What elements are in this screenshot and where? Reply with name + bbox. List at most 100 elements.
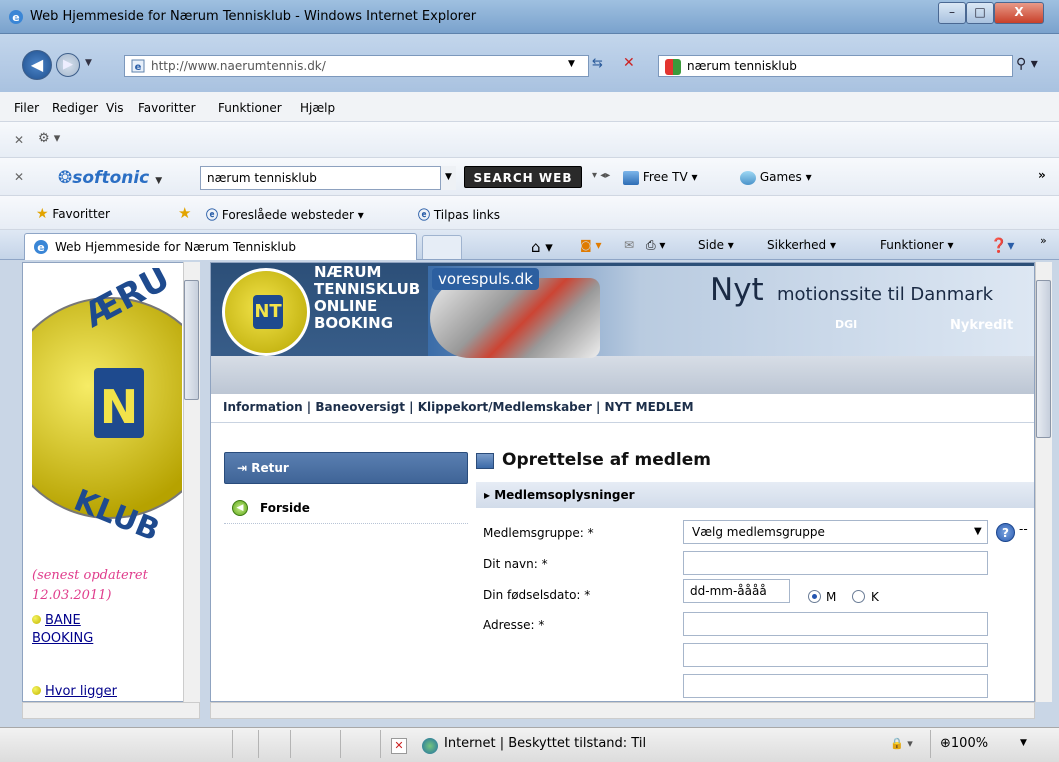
home-icon[interactable]: ⌂ ▾ xyxy=(531,238,553,256)
address-dropdown-icon[interactable]: ▼ xyxy=(568,59,575,69)
favorites-bar xyxy=(0,196,1059,230)
gender-k-radio[interactable] xyxy=(852,590,865,603)
form-title: Oprettelse af medlem xyxy=(502,450,711,470)
close-button[interactable]: X xyxy=(994,2,1044,24)
new-tab-button[interactable] xyxy=(422,235,462,259)
forside-link[interactable]: ◀ Forside xyxy=(224,494,468,524)
forward-button[interactable]: ▶ xyxy=(56,53,80,77)
games-button[interactable]: Games ▾ xyxy=(740,170,812,185)
bullet-icon xyxy=(32,615,41,624)
add-favorite-icon[interactable]: ★ xyxy=(178,204,191,222)
svg-text:e: e xyxy=(37,241,44,254)
name-input[interactable] xyxy=(683,551,988,575)
dob-input[interactable]: dd-mm-åååå xyxy=(683,579,790,603)
triangle-right-icon: ▸ xyxy=(484,488,491,502)
toolbar-empty xyxy=(0,122,1059,158)
ie-icon: e xyxy=(34,240,48,254)
refresh-icon[interactable]: ⇆ xyxy=(592,56,603,71)
maximize-button[interactable]: □ xyxy=(966,2,994,24)
tools-menu[interactable]: Funktioner ▾ xyxy=(880,238,954,252)
ad-sponsor-dgi: DGI xyxy=(835,318,858,331)
zoom-level[interactable]: ⊕100% xyxy=(940,736,988,751)
member-group-select[interactable]: Vælg medlemsgruppe ▼ xyxy=(683,520,988,544)
live-search-icon xyxy=(665,59,681,75)
security-zone-text[interactable]: Internet | Beskyttet tilstand: Til xyxy=(444,736,646,751)
close-toolbar-icon[interactable]: ✕ xyxy=(14,133,24,147)
svg-text:e: e xyxy=(135,62,142,73)
page-menu[interactable]: Side ▾ xyxy=(698,238,734,252)
svg-text:e: e xyxy=(12,11,19,24)
svg-text:N: N xyxy=(100,380,139,434)
addon-icon[interactable]: ⚙ ▾ xyxy=(38,131,60,146)
menu-view[interactable]: Vis xyxy=(106,101,124,115)
back-button[interactable]: ◀ xyxy=(22,50,52,80)
back-arrow-icon: ◀ xyxy=(232,500,248,516)
search-field[interactable]: nærum tennisklub xyxy=(658,55,1013,77)
mail-icon[interactable]: ✉ xyxy=(624,238,634,252)
minimize-button[interactable]: – xyxy=(938,2,966,24)
options-dropdown-icon[interactable]: ▾ ◂▸ xyxy=(592,170,610,181)
section-header[interactable]: ▸ Medlemsoplysninger xyxy=(476,482,1034,508)
main-horizontal-scrollbar[interactable] xyxy=(210,702,1035,719)
softonic-logo[interactable]: ❂softonic ▼ xyxy=(58,168,162,188)
menu-help[interactable]: Hjælp xyxy=(300,101,335,115)
retur-button[interactable]: ⇥ Retur xyxy=(224,452,468,484)
search-icon[interactable]: ⚲ ▾ xyxy=(1016,56,1038,72)
address-input-3[interactable] xyxy=(683,674,988,698)
search-web-button[interactable]: SEARCH WEB xyxy=(464,166,582,188)
chevron-more-icon[interactable]: » xyxy=(1040,234,1047,247)
protected-mode-icon[interactable]: 🔒 ▾ xyxy=(890,737,913,750)
chevron-more-icon[interactable]: » xyxy=(1038,168,1046,182)
recent-pages-dropdown-icon[interactable]: ▼ xyxy=(85,58,92,68)
print-icon[interactable]: ⎙ ▾ xyxy=(646,238,665,253)
menu-edit[interactable]: Rediger xyxy=(52,101,98,115)
ie-small-icon: ⓔ xyxy=(418,208,431,222)
close-toolbar-icon[interactable]: ✕ xyxy=(14,170,24,184)
blocked-icon[interactable]: ✕ xyxy=(391,738,407,754)
main-scrollbar-thumb[interactable] xyxy=(1036,280,1051,438)
softonic-search-dropdown[interactable]: ▼ xyxy=(440,166,456,190)
help-menu-icon[interactable]: ❓▾ xyxy=(990,238,1014,254)
menu-favorites[interactable]: Favoritter xyxy=(138,101,196,115)
menu-tools[interactable]: Funktioner xyxy=(218,101,282,115)
label-group: Medlemsgruppe: * xyxy=(483,526,594,540)
nt-logo[interactable]: NT xyxy=(222,268,310,356)
hvor-ligger-link[interactable]: Hvor ligger xyxy=(32,684,117,699)
help-icon[interactable]: ? xyxy=(996,523,1015,542)
rss-icon[interactable]: ◙ ▾ xyxy=(580,238,601,252)
gender-k-label: K xyxy=(871,590,879,604)
window-title: Web Hjemmeside for Nærum Tennisklub - Wi… xyxy=(30,9,477,24)
custom-links-link[interactable]: ⓔ Tilpas links xyxy=(418,206,500,223)
bane-booking-link[interactable]: BANE BOOKING xyxy=(32,612,93,648)
label-dob: Din fødselsdato: * xyxy=(483,588,591,602)
globe-icon xyxy=(422,738,438,754)
site-nav-links[interactable]: Information | Baneoversigt | Klippekort/… xyxy=(223,400,694,414)
gender-m-radio[interactable] xyxy=(808,590,821,603)
security-menu[interactable]: Sikkerhed ▾ xyxy=(767,238,836,252)
tab-title: Web Hjemmeside for Nærum Tennisklub xyxy=(55,240,296,254)
left-horizontal-scrollbar[interactable] xyxy=(22,702,200,719)
suggested-sites-link[interactable]: ⓔ Foreslåede websteder ▾ xyxy=(206,206,364,223)
address-url: http://www.naerumtennis.dk/ xyxy=(151,59,326,73)
menu-file[interactable]: Filer xyxy=(14,101,39,115)
left-scrollbar-thumb[interactable] xyxy=(184,280,199,400)
softonic-search-input[interactable]: nærum tennisklub xyxy=(200,166,456,190)
help-dash: -- xyxy=(1019,522,1028,536)
games-icon xyxy=(740,170,756,185)
gender-m-label: M xyxy=(826,590,837,604)
page-icon: e xyxy=(131,59,145,73)
address-field[interactable]: e http://www.naerumtennis.dk/ xyxy=(124,55,589,77)
nt-logo-text: NT xyxy=(253,295,283,329)
favorites-button[interactable]: ★ Favoritter xyxy=(36,206,110,222)
address-input-2[interactable] xyxy=(683,643,988,667)
stop-icon[interactable]: ✕ xyxy=(623,55,635,71)
free-tv-button[interactable]: Free TV ▾ xyxy=(623,170,698,185)
ie-small-icon: ⓔ xyxy=(206,208,219,222)
ad-headline-rest: motionssite til Danmark xyxy=(777,284,994,305)
banner-title: NÆRUM TENNISKLUB ONLINE BOOKING xyxy=(314,263,421,332)
star-icon: ★ xyxy=(36,206,49,222)
ad-headline-big: Nyt xyxy=(710,272,764,308)
tab-active[interactable]: e Web Hjemmeside for Nærum Tennisklub xyxy=(24,233,417,260)
address-input-1[interactable] xyxy=(683,612,988,636)
zoom-dropdown-icon[interactable]: ▼ xyxy=(1020,738,1027,748)
